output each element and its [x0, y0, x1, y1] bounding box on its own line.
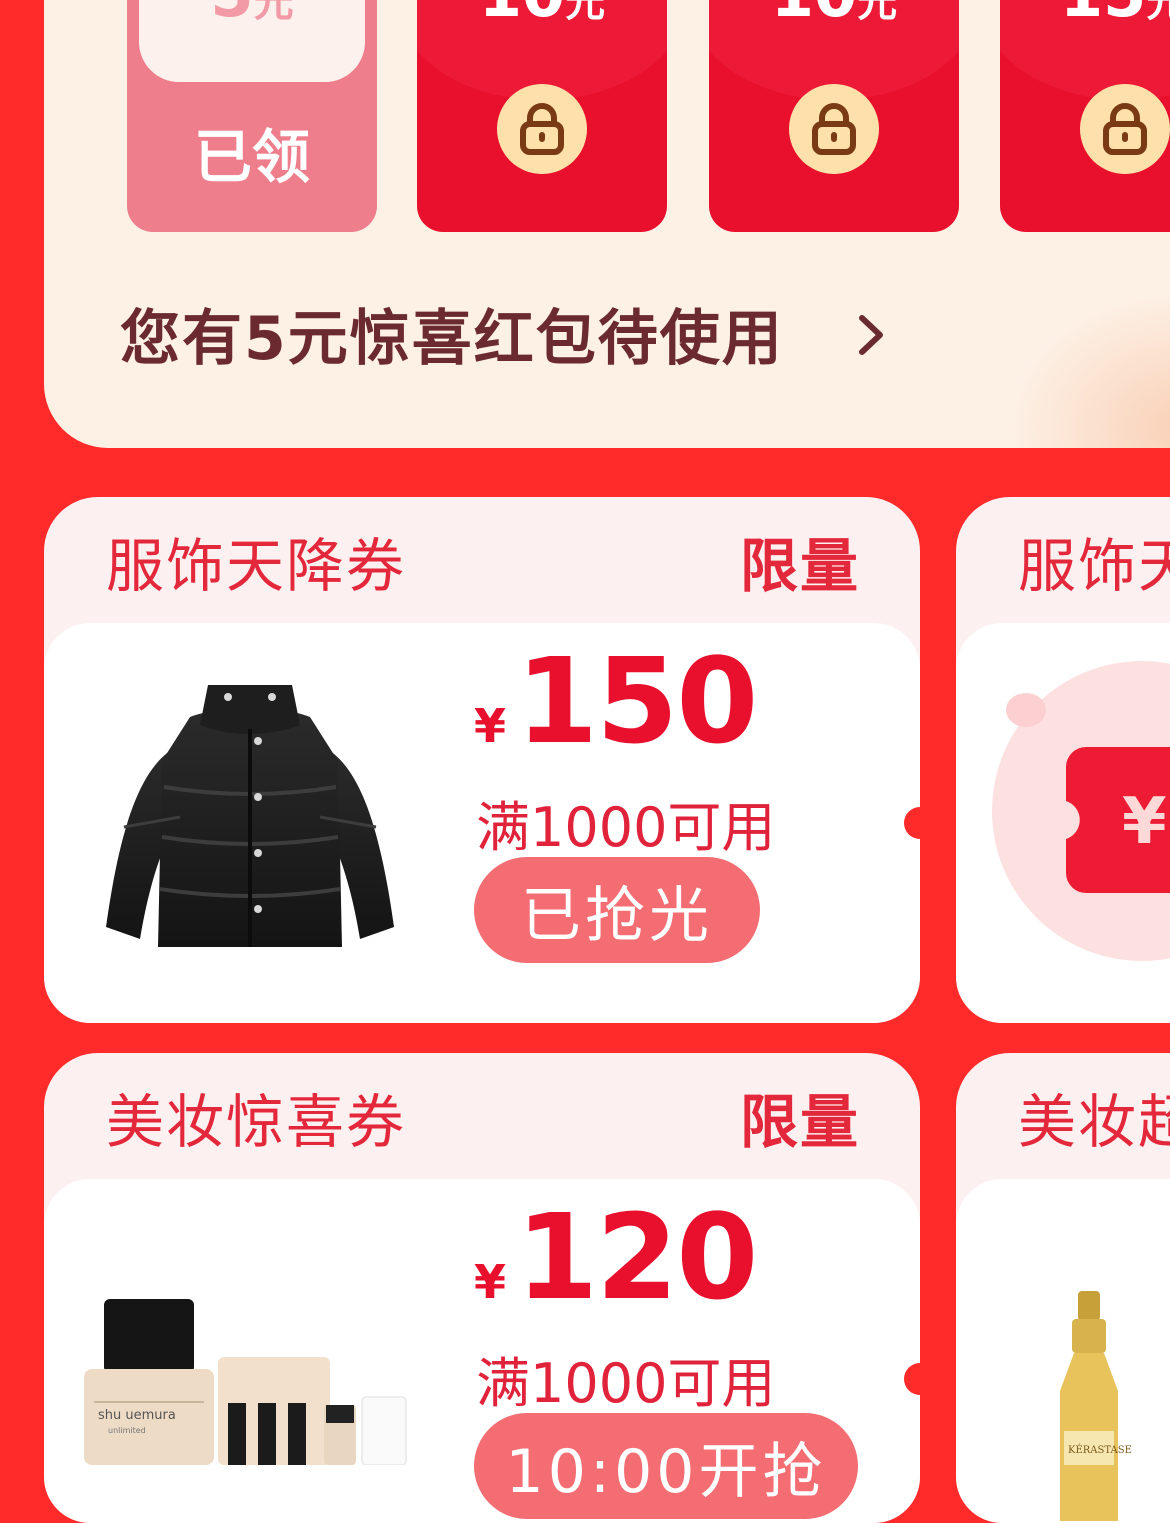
packet-status: 已领 — [193, 123, 310, 191]
coupon-title: 美妆惊喜券 — [106, 1088, 407, 1156]
red-packet-locked-2[interactable]: 10元 — [709, 0, 959, 232]
packet-amount: 5元 — [210, 0, 294, 30]
coupon-title: 服饰天 — [1018, 532, 1170, 600]
coupon-condition: 满1000可用 — [476, 796, 776, 859]
red-packet-claimed[interactable]: 5元 已领 — [127, 0, 377, 232]
lock-icon — [497, 84, 587, 174]
svg-text:¥: ¥ — [1122, 785, 1167, 859]
chevron-right-icon[interactable] — [854, 312, 888, 358]
limited-badge: 限量 — [739, 532, 860, 600]
lock-icon — [789, 84, 879, 174]
svg-text:unlimited: unlimited — [108, 1426, 146, 1435]
foundation-set-image: shu uemura unlimited — [84, 1299, 407, 1465]
hair-oil-bottle-image: KÉRASTASE — [1060, 1291, 1132, 1521]
lock-icon — [1080, 84, 1170, 174]
packet-amount: 15元 — [1060, 0, 1170, 30]
svg-text:KÉRASTASE: KÉRASTASE — [1068, 1444, 1132, 1456]
coupon-body: shu uemura unlimited ¥120 满1000可用 10:00开… — [44, 1179, 920, 1523]
down-jacket-image — [106, 685, 394, 947]
coupon-body: KÉRASTASE — [956, 1179, 1170, 1523]
packet-amount: 10元 — [771, 0, 898, 30]
panel-glow — [1004, 288, 1170, 448]
red-packet-locked-3[interactable]: 15元 — [1000, 0, 1170, 232]
currency-symbol: ¥ — [474, 699, 507, 753]
packet-amount: 10元 — [479, 0, 606, 30]
coupon-title: 服饰天降券 — [106, 532, 407, 600]
coupon-card-apparel-2[interactable]: 服饰天 ¥ — [956, 497, 1170, 1023]
coupon-condition: 满1000可用 — [476, 1352, 776, 1415]
ticket-icon: ¥ — [1066, 747, 1170, 893]
surprise-packet-notice[interactable]: 您有5元惊喜红包待使用 — [120, 290, 784, 377]
decor-dot — [1006, 693, 1046, 727]
red-packet-locked-1[interactable]: 10元 — [417, 0, 667, 232]
coupon-title: 美妆超 — [1018, 1088, 1170, 1156]
coupon-amount: 120 — [516, 1188, 758, 1326]
limited-badge: 限量 — [739, 1088, 860, 1156]
coupon-value: ¥150 — [474, 641, 758, 761]
red-packet-panel: 5元 已领 10元 10元 — [44, 0, 1170, 448]
coupon-body: ¥ — [956, 623, 1170, 1023]
coupon-card-apparel[interactable]: 服饰天降券 限量 ¥150 满1000可用 已抢光 — [44, 497, 920, 1023]
coupon-card-beauty[interactable]: 美妆惊喜券 限量 shu uemura unlimited ¥120 满1000… — [44, 1053, 920, 1523]
coupon-body: ¥150 满1000可用 已抢光 — [44, 623, 920, 1023]
currency-symbol: ¥ — [474, 1255, 507, 1309]
coupon-value: ¥120 — [474, 1197, 758, 1317]
sold-out-button[interactable]: 已抢光 — [474, 857, 760, 963]
coupon-amount: 150 — [516, 632, 758, 770]
start-time-button[interactable]: 10:00开抢 — [474, 1413, 858, 1519]
coupon-card-beauty-2[interactable]: 美妆超 KÉRASTASE — [956, 1053, 1170, 1523]
svg-text:shu uemura: shu uemura — [98, 1408, 176, 1423]
